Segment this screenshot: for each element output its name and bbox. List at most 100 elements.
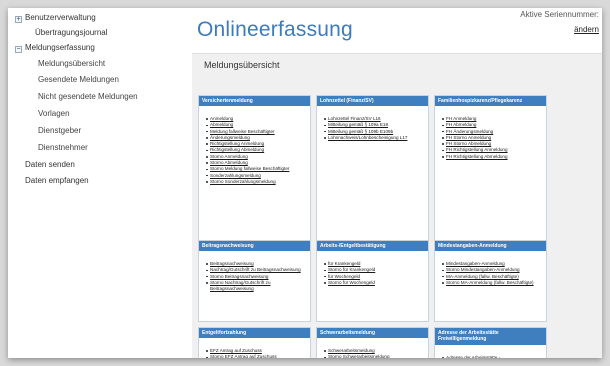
message-link[interactable]: FH Richtigstellung Abmeldung [446, 154, 508, 159]
message-link[interactable]: Storno Anmeldung [210, 154, 248, 159]
list-item: Adresse der Arbeitsstätte - [442, 355, 542, 358]
card-title: Entgeltfortzahlung [199, 328, 310, 338]
card-versichertenmeldung: Versichertenmeldung Anmeldung Abmeldung Me… [198, 95, 311, 242]
sidebar-item-label: Nicht gesendete Meldungen [38, 92, 138, 101]
message-link[interactable]: Storno Abmeldung [210, 160, 248, 165]
message-link[interactable]: Storno Schwerarbeitsmeldung [328, 354, 390, 358]
link-list: Beitragsnachweisung Nachtrag/Gutschrift z… [199, 251, 310, 294]
message-link[interactable]: Nachtrag/Gutschrift zu Beitragsnachweisu… [210, 267, 301, 272]
sidebar-item-benutzerverwaltung[interactable]: + Benutzerverwaltung [15, 13, 96, 23]
card-adresse-arbeitsstaette: Adresse der Arbeitsstätte Freiwilligenme… [434, 327, 547, 358]
message-link[interactable]: Storno Beitragsnachweisung [210, 274, 268, 279]
message-link[interactable]: FH Abmeldung [446, 122, 476, 127]
message-link[interactable]: FH Richtigstellung Anmeldung [446, 147, 508, 152]
list-item: Storno Nachtrag/Gutschrift zu Beitragsna… [206, 280, 306, 293]
message-link[interactable]: FH Storno Anmeldung [446, 135, 491, 140]
link-list: für Krankengeld Storno für Krankengeld für… [317, 251, 428, 288]
list-item: Storno EFZ Antrag auf Zuschuss [206, 354, 306, 358]
message-link[interactable]: MA-Anmeldung (fallw. Beschäftigte) [446, 274, 519, 279]
sidebar-item-label: Benutzerverwaltung [25, 13, 96, 22]
message-link[interactable]: für Wochengeld [328, 274, 360, 279]
card-title: Schwerarbeitsmeldung [317, 328, 428, 338]
message-link[interactable]: Mindestangaben-Anmeldung [446, 261, 505, 266]
main-content: Onlineerfassung Aktive Seriennummer: änd… [192, 8, 602, 358]
message-link[interactable]: Storno für Wochengeld [328, 280, 375, 285]
message-link[interactable]: Storno Nachtrag/Gutschrift zu Beitragsna… [210, 280, 271, 291]
serial-number-info: Aktive Seriennummer: ändern [520, 10, 599, 34]
message-link[interactable]: Lohnnachweis/Lohnbescheinigung L17 [328, 135, 407, 140]
message-link[interactable]: Storno Meldung fallweise Beschäftigter [210, 166, 289, 171]
message-link[interactable]: Mitteilung gemäß § 109b E109b [328, 129, 393, 134]
link-list: Mindestangaben-Anmeldung Storno Mindestan… [435, 251, 546, 288]
list-item: Lohnnachweis/Lohnbescheinigung L17 [324, 135, 424, 141]
sidebar-item-dienstgeber[interactable]: Dienstgeber [38, 126, 81, 135]
link-list: Adresse der Arbeitsstätte - [435, 345, 546, 358]
card-title: Familienhospizkarenz/Pflegekarenz [435, 96, 546, 106]
sidebar-item-uebertragungsjournal[interactable]: Übertragungsjournal [35, 28, 108, 37]
message-link[interactable]: Richtigstellung Abmeldung [210, 147, 264, 152]
message-link[interactable]: Meldung fallweise Beschäftigter [210, 129, 275, 134]
message-link[interactable]: Storno Mindestangaben-Anmeldung [446, 267, 520, 272]
sidebar-item-label: Meldungsübersicht [38, 59, 106, 68]
app-window: + Benutzerverwaltung Übertragungsjournal … [8, 8, 602, 358]
message-link[interactable]: Änderungsmeldung [210, 135, 250, 140]
page-title: Onlineerfassung [197, 18, 353, 41]
sidebar-item-nicht-gesendete-meldungen[interactable]: Nicht gesendete Meldungen [38, 92, 138, 101]
sidebar-item-meldungsuebersicht[interactable]: Meldungsübersicht [38, 59, 105, 68]
sidebar-item-label: Gesendete Meldungen [38, 75, 119, 84]
list-item: Storno für Wochengeld [324, 280, 424, 286]
sidebar-item-gesendete-meldungen[interactable]: Gesendete Meldungen [38, 75, 119, 84]
expand-icon[interactable]: + [15, 16, 22, 23]
message-link[interactable]: Mitteilung gemäß § 109a E18 [328, 122, 388, 127]
card-arbeits-entgeltbestaetigung: Arbeits-/Entgeltbestätigung für Krankeng… [316, 240, 429, 322]
sidebar-item-label: Vorlagen [38, 109, 70, 118]
card-schwerarbeitsmeldung: Schwerarbeitsmeldung Schwerarbeitsmeldun… [316, 327, 429, 358]
card-title: Beitragsnachweisung [199, 241, 310, 251]
change-serial-link[interactable]: ändern [520, 25, 599, 34]
card-lohnzettel: Lohnzettel (Finanz/SV) Lohnzettel Finanz… [316, 95, 429, 242]
message-link[interactable]: Sonderzahlungsmeldung [210, 173, 261, 178]
card-mindestangaben-anmeldung: Mindestangaben-Anmeldung Mindestangaben-… [434, 240, 547, 322]
message-link[interactable]: Schwerarbeitsmeldung [328, 348, 375, 353]
message-link[interactable]: Beitragsnachweisung [210, 261, 254, 266]
message-link[interactable]: Abmeldung [210, 122, 233, 127]
message-overview-grid: Versichertenmeldung Anmeldung Abmeldung Me… [192, 75, 602, 358]
card-title: Lohnzettel (Finanz/SV) [317, 96, 428, 106]
message-link[interactable]: Lohnzettel Finanz/SV L16 [328, 116, 381, 121]
link-list: Anmeldung Abmeldung Meldung fallweise Besc… [199, 106, 310, 187]
message-link[interactable]: FH Änderungsmeldung [446, 129, 493, 134]
message-link[interactable]: FH Anmeldung [446, 116, 476, 121]
collapse-icon[interactable]: − [15, 46, 22, 53]
sidebar-item-label: Daten senden [25, 160, 75, 169]
message-link[interactable]: Storno MA-Anmeldung (fallw. Beschäftigte… [446, 280, 534, 285]
list-item: Storno Schwerarbeitsmeldung [324, 354, 424, 358]
message-link[interactable]: Richtigstellung Anmeldung [210, 141, 264, 146]
sidebar-item-label: Meldungserfassung [25, 43, 95, 52]
link-list: Schwerarbeitsmeldung Storno Schwerarbeits… [317, 338, 428, 358]
link-list: Lohnzettel Finanz/SV L16 Mitteilung gemäß… [317, 106, 428, 143]
list-item: FH Richtigstellung Abmeldung [442, 154, 542, 160]
sidebar-item-dienstnehmer[interactable]: Dienstnehmer [38, 143, 88, 152]
card-familienhospizkarenz: Familienhospizkarenz/Pflegekarenz FH Anm… [434, 95, 547, 242]
card-title: Arbeits-/Entgeltbestätigung [317, 241, 428, 251]
sidebar-item-daten-empfangen[interactable]: Daten empfangen [25, 176, 89, 185]
sidebar-item-vorlagen[interactable]: Vorlagen [38, 109, 70, 118]
message-link[interactable]: Storno EFZ Antrag auf Zuschuss [210, 354, 277, 358]
message-link[interactable]: EFZ Antrag auf Zuschuss [210, 348, 262, 353]
message-link[interactable]: für Krankengeld [328, 261, 360, 266]
card-entgeltfortzahlung: Entgeltfortzahlung EFZ Antrag auf Zuschu… [198, 327, 311, 358]
message-link[interactable]: Storno für Krankengeld [328, 267, 375, 272]
card-title: Adresse der Arbeitsstätte Freiwilligenme… [435, 328, 546, 345]
sidebar-item-meldungserfassung[interactable]: − Meldungserfassung [15, 43, 95, 53]
list-item: Storno Sonderzahlungsmeldung [206, 179, 306, 185]
message-link[interactable]: Anmeldung [210, 116, 233, 121]
message-link[interactable]: Adresse der Arbeitsstätte - [446, 355, 500, 358]
message-link[interactable]: FH Storno Abmeldung [446, 141, 491, 146]
sidebar-item-label: Daten empfangen [25, 176, 89, 185]
message-link[interactable]: Storno Sonderzahlungsmeldung [210, 179, 276, 184]
card-beitragsnachweisung: Beitragsnachweisung Beitragsnachweisung N… [198, 240, 311, 322]
sidebar-item-label: Übertragungsjournal [35, 28, 108, 37]
sidebar-item-daten-senden[interactable]: Daten senden [25, 160, 75, 169]
link-list: EFZ Antrag auf Zuschuss Storno EFZ Antrag… [199, 338, 310, 358]
link-list: FH Anmeldung FH Abmeldung FH Änderungsmeld… [435, 106, 546, 162]
